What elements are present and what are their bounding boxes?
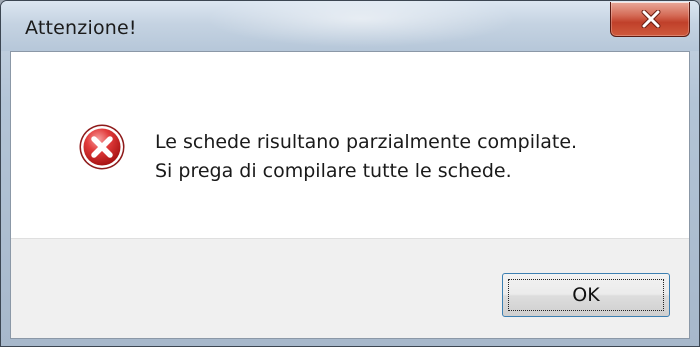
window-title: Attenzione! xyxy=(25,17,137,39)
close-x-icon xyxy=(641,10,661,28)
message-area: Le schede risultano parzialmente compila… xyxy=(11,52,689,238)
ok-button[interactable]: OK xyxy=(502,273,670,317)
dialog-client-area: Le schede risultano parzialmente compila… xyxy=(10,51,690,339)
message-line-2: Si prega di compilare tutte le schede. xyxy=(155,160,512,182)
message-line-1: Le schede risultano parzialmente compila… xyxy=(155,131,578,153)
error-icon xyxy=(79,124,125,170)
dialog-window: Attenzione! Le schede risultano parzialm… xyxy=(0,0,700,347)
title-bar[interactable]: Attenzione! xyxy=(1,1,699,51)
button-bar: OK xyxy=(11,238,689,338)
close-button[interactable] xyxy=(610,2,690,37)
message-text: Le schede risultano parzialmente compila… xyxy=(155,128,577,186)
ok-button-label: OK xyxy=(508,279,664,311)
